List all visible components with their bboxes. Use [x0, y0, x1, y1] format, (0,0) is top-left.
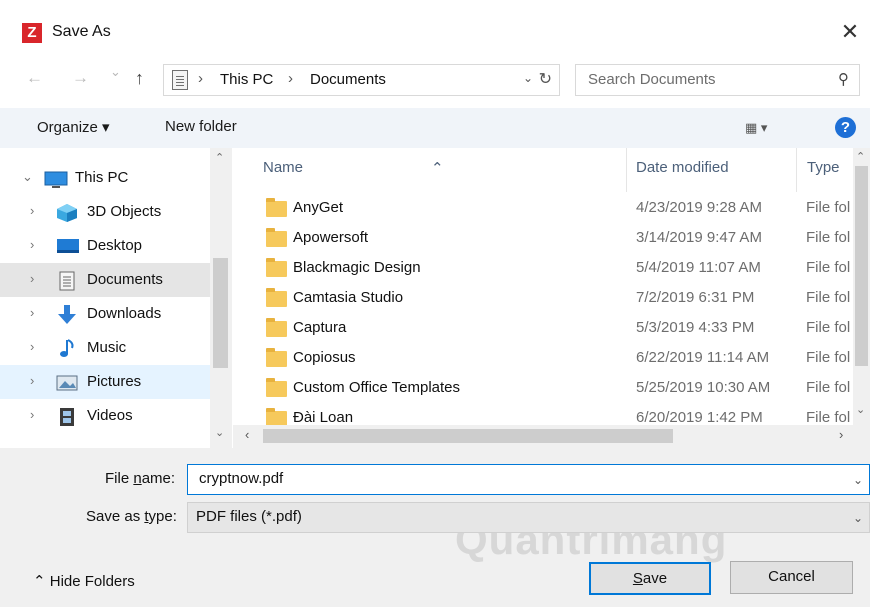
new-folder-button[interactable]: New folder	[165, 118, 237, 135]
folder-icon	[266, 198, 287, 217]
nav-item-this-pc[interactable]: ⌄ This PC	[0, 161, 210, 195]
search-placeholder: Search Documents	[588, 71, 716, 88]
breadcrumb-documents[interactable]: Documents	[310, 71, 386, 88]
nav-label: Desktop	[87, 237, 143, 254]
nav-label: Videos	[87, 407, 133, 424]
scroll-down-arrow-icon[interactable]: ⌄	[215, 426, 224, 439]
list-item[interactable]: AnyGet 4/23/2019 9:28 AM File fol	[233, 194, 853, 224]
recent-locations-chevron-icon[interactable]: ⌄	[110, 64, 121, 80]
back-arrow-icon[interactable]: ←	[26, 68, 43, 88]
search-icon[interactable]: ⚲	[838, 70, 849, 88]
file-list: Name ⌃ Date modified Type AnyGet 4/23/20…	[233, 148, 870, 448]
expand-chevron-icon[interactable]: ›	[30, 271, 34, 286]
expand-chevron-icon[interactable]: ›	[30, 305, 34, 320]
expand-chevron-icon[interactable]: ›	[30, 373, 34, 388]
view-options-icon[interactable]: ▦ ▾	[745, 120, 767, 136]
expand-chevron-icon[interactable]: ›	[30, 237, 34, 252]
monitor-icon	[44, 171, 68, 189]
pictures-icon	[56, 373, 78, 391]
sort-ascending-icon: ⌃	[431, 160, 444, 177]
scroll-down-arrow-icon[interactable]: ⌄	[856, 403, 865, 416]
nav-item-music[interactable]: › Music	[0, 331, 210, 365]
nav-item-videos[interactable]: › Videos	[0, 399, 210, 433]
desktop-icon	[56, 237, 79, 255]
folder-icon	[266, 258, 287, 277]
film-icon	[56, 407, 78, 426]
file-list-vertical-scrollbar[interactable]: ⌃ ⌄	[853, 148, 870, 425]
navigation-pane: ⌄ This PC › 3D Objects › Desktop › Docum…	[0, 148, 232, 448]
command-toolbar: Organize ▾ New folder ▦ ▾ ?	[0, 108, 870, 148]
save-button[interactable]: Save	[589, 562, 711, 595]
scroll-up-arrow-icon[interactable]: ⌃	[215, 151, 224, 164]
forward-arrow-icon[interactable]: →	[72, 68, 89, 88]
list-item[interactable]: Blackmagic Design 5/4/2019 11:07 AM File…	[233, 254, 853, 284]
nav-label: Music	[87, 339, 127, 356]
scroll-thumb[interactable]	[263, 429, 673, 443]
nav-label: Documents	[87, 271, 163, 288]
music-note-icon	[56, 339, 78, 357]
nav-label: 3D Objects	[87, 203, 162, 220]
nav-label: Pictures	[87, 373, 142, 390]
save-as-type-label: Save as type:	[86, 508, 177, 525]
list-item[interactable]: Captura 5/3/2019 4:33 PM File fol	[233, 314, 853, 344]
expand-chevron-icon[interactable]: ›	[30, 407, 34, 422]
column-header-type[interactable]: Type	[797, 148, 857, 192]
nav-label: Downloads	[87, 305, 162, 322]
scroll-thumb[interactable]	[213, 258, 228, 368]
expand-chevron-icon[interactable]: ›	[30, 203, 34, 218]
title-bar: Z Save As ✕	[0, 0, 870, 56]
address-bar[interactable]: › This PC › Documents ⌄ ↻	[163, 64, 560, 96]
save-form-panel: Quantrimang File name: cryptnow.pdf ⌄ Sa…	[0, 448, 870, 607]
expand-chevron-icon[interactable]: ›	[30, 339, 34, 354]
address-dropdown-icon[interactable]: ⌄	[523, 71, 533, 85]
nav-item-downloads[interactable]: › Downloads	[0, 297, 210, 331]
column-header-date-modified[interactable]: Date modified	[627, 148, 797, 192]
breadcrumb-this-pc[interactable]: This PC	[220, 71, 273, 88]
scroll-thumb[interactable]	[855, 166, 868, 366]
up-arrow-icon[interactable]: ↑	[135, 68, 144, 89]
close-button[interactable]: ✕	[830, 14, 870, 50]
list-item[interactable]: Custom Office Templates 5/25/2019 10:30 …	[233, 374, 853, 404]
search-input[interactable]: Search Documents ⚲	[575, 64, 860, 96]
save-as-type-select[interactable]: PDF files (*.pdf) ⌄	[187, 502, 870, 533]
help-icon[interactable]: ?	[835, 117, 856, 138]
document-icon	[56, 271, 78, 291]
scroll-left-arrow-icon[interactable]: ‹	[245, 427, 249, 442]
nav-item-documents[interactable]: › Documents	[0, 263, 210, 297]
nav-item-3d-objects[interactable]: › 3D Objects	[0, 195, 210, 229]
nav-label: This PC	[75, 169, 129, 186]
scroll-right-arrow-icon[interactable]: ›	[839, 427, 843, 442]
cube-icon	[56, 203, 78, 222]
column-header-name[interactable]: Name ⌃	[233, 148, 627, 192]
file-name-label: File name:	[105, 470, 176, 487]
hide-folders-button[interactable]: ⌃ Hide Folders	[33, 572, 135, 590]
organize-menu-button[interactable]: Organize ▾	[37, 118, 110, 136]
list-item[interactable]: Copiosus 6/22/2019 11:14 AM File fol	[233, 344, 853, 374]
chevron-down-icon[interactable]: ⌄	[853, 511, 863, 525]
folder-icon	[266, 318, 287, 337]
address-row: ← → ⌄ ↑ › This PC › Documents ⌄ ↻ Search…	[0, 60, 870, 100]
breadcrumb-separator: ›	[288, 70, 293, 87]
nav-item-desktop[interactable]: › Desktop	[0, 229, 210, 263]
list-item[interactable]: Apowersoft 3/14/2019 9:47 AM File fol	[233, 224, 853, 254]
download-arrow-icon	[56, 305, 78, 324]
file-list-horizontal-scrollbar[interactable]: ‹ ›	[233, 425, 870, 448]
chevron-down-icon[interactable]: ⌄	[853, 473, 863, 487]
nav-scrollbar[interactable]: ⌃ ⌄	[210, 148, 232, 448]
document-location-icon	[172, 70, 188, 90]
expand-chevron-icon[interactable]: ⌄	[22, 169, 33, 185]
scroll-up-arrow-icon[interactable]: ⌃	[856, 150, 865, 163]
app-logo-icon: Z	[22, 23, 42, 43]
window-title: Save As	[52, 23, 111, 40]
cancel-button[interactable]: Cancel	[730, 561, 853, 594]
nav-item-pictures[interactable]: › Pictures	[0, 365, 210, 399]
folder-icon	[266, 288, 287, 307]
folder-icon	[266, 378, 287, 397]
refresh-icon[interactable]: ↻	[539, 69, 552, 89]
folder-icon	[266, 348, 287, 367]
folder-icon	[266, 228, 287, 247]
list-item[interactable]: Camtasia Studio 7/2/2019 6:31 PM File fo…	[233, 284, 853, 314]
breadcrumb-separator: ›	[198, 70, 203, 87]
file-name-field[interactable]: cryptnow.pdf ⌄	[187, 464, 870, 495]
